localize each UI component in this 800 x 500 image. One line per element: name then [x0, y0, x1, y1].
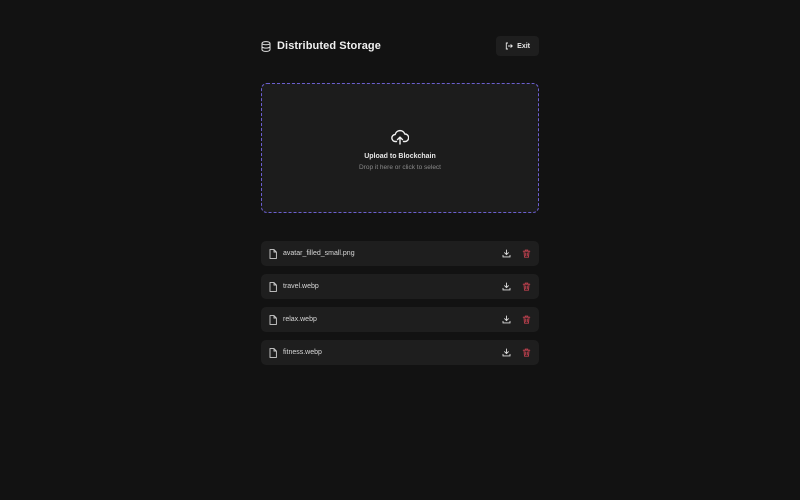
file-row: travel.webp: [261, 274, 539, 299]
trash-icon[interactable]: [521, 282, 531, 292]
download-icon[interactable]: [501, 249, 511, 259]
file-name: travel.webp: [283, 283, 319, 290]
exit-button[interactable]: Exit: [496, 36, 539, 56]
cloud-upload-icon: [391, 129, 409, 145]
download-icon[interactable]: [501, 315, 511, 325]
title-wrap: Distributed Storage: [261, 40, 381, 52]
file-name: avatar_filled_small.png: [283, 250, 355, 257]
file-icon: [269, 248, 277, 259]
trash-icon[interactable]: [521, 315, 531, 325]
file-name: fitness.webp: [283, 349, 322, 356]
file-name: relax.webp: [283, 316, 317, 323]
log-out-icon: [505, 42, 514, 50]
file-icon: [269, 347, 277, 358]
page-title: Distributed Storage: [277, 40, 381, 52]
file-icon: [269, 314, 277, 325]
header: Distributed Storage Exit: [261, 36, 539, 56]
upload-dropzone[interactable]: Upload to Blockchain Drop it here or cli…: [261, 83, 539, 213]
upload-title: Upload to Blockchain: [364, 153, 436, 160]
file-actions: [501, 315, 531, 325]
file-icon: [269, 281, 277, 292]
file-actions: [501, 282, 531, 292]
file-actions: [501, 348, 531, 358]
exit-label: Exit: [517, 42, 530, 50]
file-list: avatar_filled_small.png travel.webp rela…: [261, 241, 539, 365]
file-row: fitness.webp: [261, 340, 539, 365]
download-icon[interactable]: [501, 348, 511, 358]
file-actions: [501, 249, 531, 259]
file-row: avatar_filled_small.png: [261, 241, 539, 266]
trash-icon[interactable]: [521, 348, 531, 358]
database-icon: [261, 40, 271, 52]
trash-icon[interactable]: [521, 249, 531, 259]
app-container: Distributed Storage Exit Upload to Block…: [261, 36, 539, 365]
file-row: relax.webp: [261, 307, 539, 332]
upload-subtitle: Drop it here or click to select: [358, 164, 441, 171]
download-icon[interactable]: [501, 282, 511, 292]
